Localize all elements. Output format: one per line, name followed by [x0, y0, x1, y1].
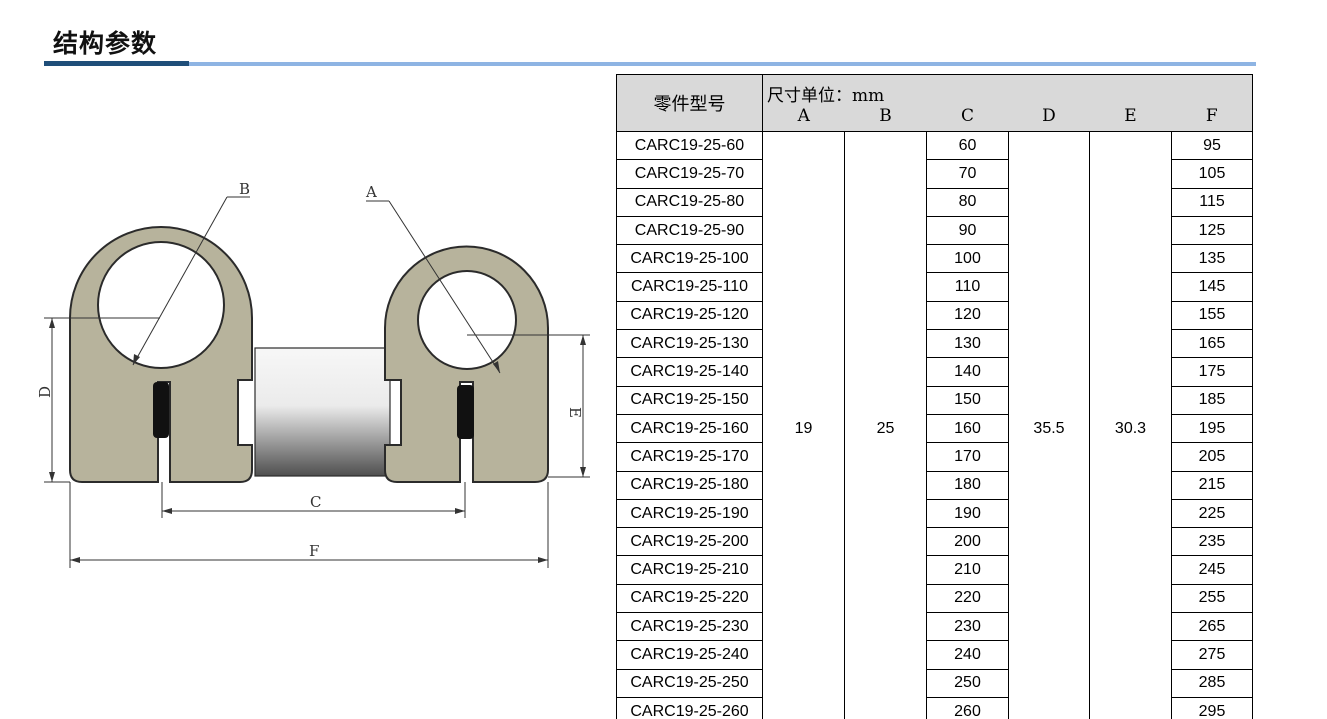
cell-part-number: CARC19-25-240: [616, 640, 763, 670]
cell-c: 170: [926, 442, 1009, 472]
cell-f: 235: [1171, 527, 1253, 557]
cell-part-number: CARC19-25-180: [616, 470, 763, 500]
cell-c: 150: [926, 385, 1009, 415]
technical-drawing: B A D E C F: [36, 180, 590, 568]
cell-part-number: CARC19-25-230: [616, 612, 763, 642]
header-col-a: A: [762, 105, 845, 132]
cell-f: 165: [1171, 329, 1253, 359]
title-rule-dark: [44, 61, 189, 66]
cell-shared-b: 25: [844, 130, 927, 719]
right-gasket: [457, 385, 474, 439]
cell-part-number: CARC19-25-250: [616, 668, 763, 698]
cell-f: 215: [1171, 470, 1253, 500]
cell-f: 105: [1171, 159, 1253, 189]
cell-part-number: CARC19-25-120: [616, 300, 763, 331]
cell-c: 240: [926, 640, 1009, 670]
table-row: CARC19-25-60 19 25 60 35.5 30.3 95: [616, 130, 1253, 719]
cell-c: 260: [926, 696, 1009, 719]
connecting-rod: [254, 347, 391, 477]
cell-f: 135: [1171, 244, 1253, 274]
dim-label-e: E: [566, 407, 584, 418]
cell-part-number: CARC19-25-90: [616, 215, 763, 246]
cell-f: 195: [1171, 413, 1253, 444]
cell-c: 220: [926, 583, 1009, 614]
cell-c: 230: [926, 612, 1009, 642]
cell-f: 205: [1171, 442, 1253, 472]
header-col-f: F: [1171, 105, 1253, 132]
spec-table: 零件型号 尺寸单位：mm A B C D E F CARC19-25-60 19 2…: [616, 73, 1253, 719]
header-unit: 尺寸单位：mm: [762, 73, 1253, 106]
spec-table-body: CARC19-25-60 19 25 60 35.5 30.3 95 CARC19-25-70…: [616, 130, 1253, 719]
cell-part-number: CARC19-25-70: [616, 159, 763, 189]
cell-c: 190: [926, 498, 1009, 529]
cell-f: 245: [1171, 555, 1253, 585]
cell-f: 175: [1171, 357, 1253, 387]
cell-part-number: CARC19-25-170: [616, 442, 763, 472]
cell-f: 285: [1171, 668, 1253, 698]
cell-shared-d: 35.5: [1008, 130, 1090, 719]
cell-part-number: CARC19-25-220: [616, 583, 763, 614]
cell-f: 225: [1171, 498, 1253, 529]
cell-part-number: CARC19-25-190: [616, 498, 763, 529]
cell-f: 185: [1171, 385, 1253, 415]
cell-c: 60: [926, 130, 1009, 161]
page: 结构参数 B A D E C F 零件型号 尺寸单位：mm A B C D E …: [0, 0, 1327, 719]
cell-shared-e: 30.3: [1089, 130, 1172, 719]
cell-f: 145: [1171, 272, 1253, 302]
title-rule-light: [189, 62, 1256, 66]
cell-f: 125: [1171, 215, 1253, 246]
cell-part-number: CARC19-25-160: [616, 413, 763, 444]
header-col-c: C: [926, 105, 1009, 132]
cell-f: 115: [1171, 187, 1253, 217]
cell-part-number: CARC19-25-210: [616, 555, 763, 585]
cell-part-number: CARC19-25-140: [616, 357, 763, 387]
cell-c: 100: [926, 244, 1009, 274]
header-col-d: D: [1008, 105, 1090, 132]
cell-f: 275: [1171, 640, 1253, 670]
header-part-number: 零件型号: [616, 74, 763, 132]
cell-f: 95: [1171, 130, 1253, 161]
dim-label-b: B: [239, 180, 250, 198]
cell-part-number: CARC19-25-60: [616, 130, 763, 161]
cell-c: 180: [926, 470, 1009, 500]
left-gasket: [153, 382, 169, 438]
right-clamp-bore: [417, 270, 517, 370]
cell-c: 210: [926, 555, 1009, 585]
dim-label-d: D: [36, 386, 54, 398]
cell-c: 80: [926, 187, 1009, 217]
cell-f: 155: [1171, 300, 1253, 331]
cell-part-number: CARC19-25-150: [616, 385, 763, 415]
cell-c: 130: [926, 329, 1009, 359]
cell-part-number: CARC19-25-80: [616, 187, 763, 217]
cell-shared-a: 19: [762, 130, 845, 719]
cell-part-number: CARC19-25-200: [616, 527, 763, 557]
dim-label-c: C: [310, 493, 321, 511]
dim-label-f: F: [309, 542, 319, 560]
cell-part-number: CARC19-25-100: [616, 244, 763, 274]
cell-f: 295: [1171, 696, 1253, 719]
cell-part-number: CARC19-25-110: [616, 272, 763, 302]
dim-label-a: A: [365, 183, 377, 201]
header-col-b: B: [844, 105, 927, 132]
cell-part-number: CARC19-25-130: [616, 329, 763, 359]
header-col-e: E: [1089, 105, 1172, 132]
cell-f: 265: [1171, 612, 1253, 642]
cell-c: 90: [926, 215, 1009, 246]
section-title: 结构参数: [53, 29, 158, 58]
cell-c: 160: [926, 413, 1009, 444]
cell-c: 120: [926, 300, 1009, 331]
cell-c: 140: [926, 357, 1009, 387]
cell-c: 200: [926, 527, 1009, 557]
cell-f: 255: [1171, 583, 1253, 614]
left-clamp-bore: [97, 241, 225, 369]
cell-c: 70: [926, 159, 1009, 189]
cell-c: 110: [926, 272, 1009, 302]
cell-part-number: CARC19-25-260: [616, 696, 763, 719]
cell-c: 250: [926, 668, 1009, 698]
